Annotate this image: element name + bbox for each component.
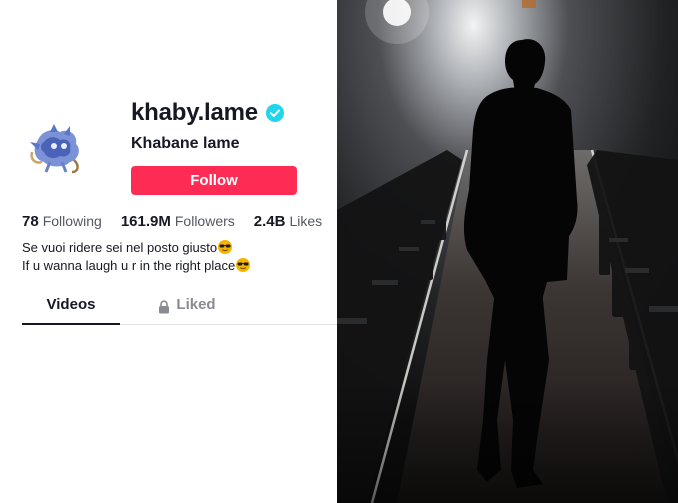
stat-following[interactable]: 78 Following: [22, 213, 102, 230]
bio-line-text: Se vuoi ridere sei nel posto giusto: [22, 240, 218, 255]
lock-icon: [159, 300, 170, 314]
bio-line: If u wanna laugh u r in the right place: [22, 257, 251, 275]
likes-count: 2.4B: [253, 213, 286, 230]
likes-label: Likes: [289, 213, 323, 229]
following-count: 78: [22, 213, 39, 230]
followers-count: 161.9M: [120, 213, 171, 230]
nickname: Khabane lame: [131, 135, 240, 152]
tab-liked-label: Liked: [176, 296, 216, 313]
verified-badge-icon: [265, 104, 284, 122]
bio-line: Se vuoi ridere sei nel posto giusto: [22, 239, 250, 257]
bio: Se vuoi ridere sei nel posto giusto If u…: [22, 239, 251, 275]
sunglasses-emoji-icon: [218, 240, 233, 254]
stat-followers[interactable]: 161.9M Followers: [121, 213, 235, 230]
stat-likes: 2.4B Likes: [254, 213, 322, 230]
man-silhouette-in-theater-aisle-photo: [337, 0, 678, 503]
username-text: khaby.lame: [131, 99, 258, 126]
follow-button[interactable]: Follow: [131, 166, 297, 195]
tab-videos[interactable]: Videos: [22, 296, 120, 325]
tab-liked[interactable]: Liked: [144, 296, 230, 324]
profile-tabs: Videos Liked: [22, 296, 337, 325]
sunglasses-emoji-icon: [236, 258, 251, 272]
profile-stats: 78 Following 161.9M Followers 2.4B Likes: [22, 213, 322, 230]
avatar[interactable]: [20, 112, 90, 182]
following-label: Following: [42, 213, 102, 229]
profile-panel: khaby.lame Khabane lame Follow 78 Followi…: [0, 0, 337, 503]
username-heading: khaby.lame: [131, 99, 284, 127]
tab-videos-label: Videos: [46, 296, 96, 313]
active-tab-indicator: [22, 323, 120, 325]
followers-label: Followers: [174, 213, 235, 229]
bio-line-text: If u wanna laugh u r in the right place: [22, 258, 236, 273]
